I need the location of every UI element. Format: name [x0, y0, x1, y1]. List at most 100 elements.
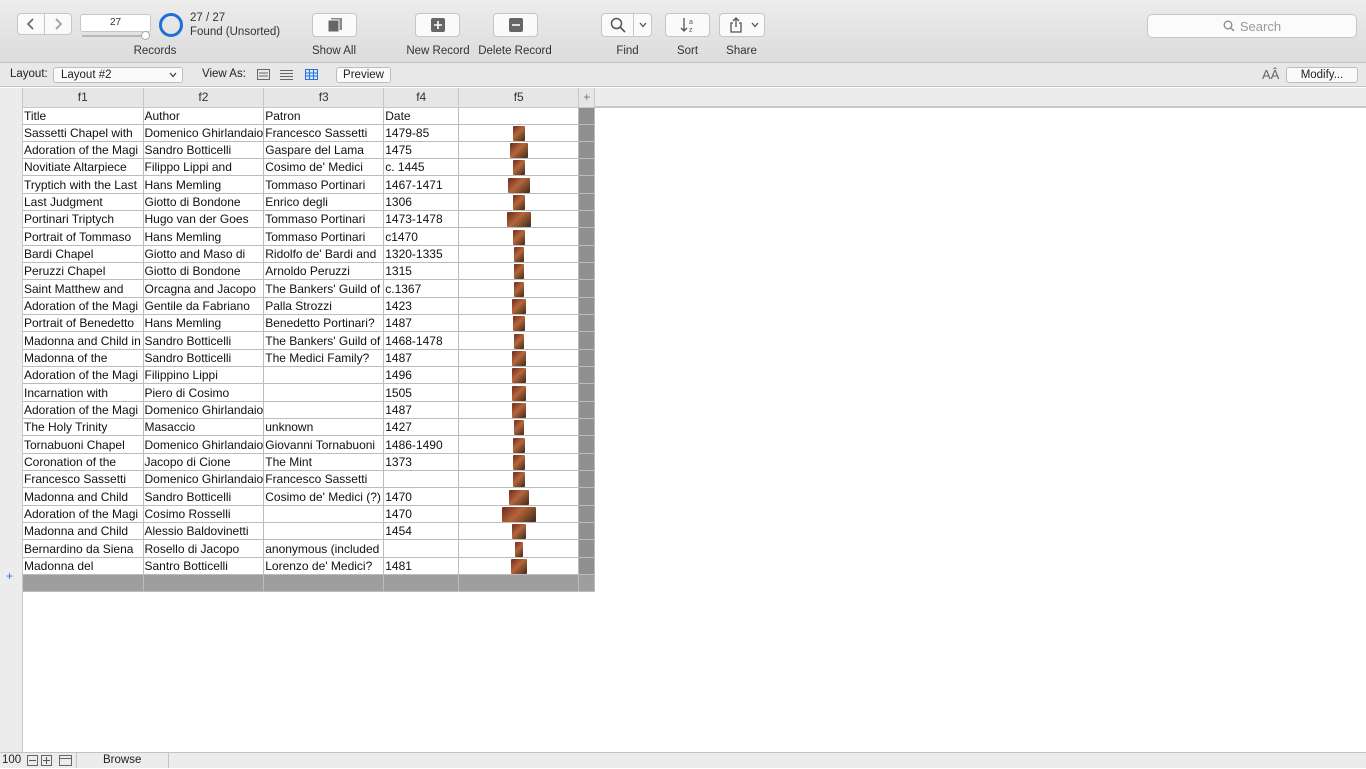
table-cell[interactable]: Sandro Botticelli	[143, 349, 265, 368]
table-cell[interactable]: Sandro Botticelli	[143, 331, 265, 350]
image-cell[interactable]	[458, 245, 580, 264]
table-cell[interactable]	[263, 505, 385, 524]
table-row[interactable]: Adoration of the Magi Gentile da Fabriano…	[23, 297, 596, 316]
table-cell[interactable]: Portrait of Benedetto	[23, 314, 144, 333]
image-cell[interactable]	[458, 279, 580, 298]
image-cell[interactable]	[458, 470, 580, 489]
table-row[interactable]: Adoration of the Magi Filippino Lippi 1496	[23, 366, 596, 385]
table-row[interactable]: Madonna and Child in Sandro Botticelli The…	[23, 331, 596, 350]
table-cell[interactable]: c.1367	[383, 279, 460, 298]
image-cell[interactable]	[458, 366, 580, 385]
table-cell[interactable]: 1487	[383, 314, 460, 333]
table-row[interactable]: Saint Matthew and Orcagna and Jacopo The B…	[23, 279, 596, 298]
add-column-button[interactable]: +	[578, 88, 596, 108]
table-cell[interactable]: Gaspare del Lama	[263, 141, 385, 160]
table-row[interactable]: Sassetti Chapel with Domenico Ghirlandaio…	[23, 124, 596, 142]
column-header-f3[interactable]: f3	[263, 88, 385, 108]
new-record-button[interactable]	[415, 13, 460, 37]
table-row[interactable]: Portinari Triptych Hugo van der Goes Tomma…	[23, 210, 596, 229]
table-cell[interactable]: 1306	[383, 193, 460, 212]
new-record-plus-icon[interactable]: +	[6, 569, 13, 583]
image-cell[interactable]	[458, 349, 580, 368]
new-row-cell[interactable]	[143, 574, 265, 593]
table-cell[interactable]: Last Judgment	[23, 193, 144, 212]
table-cell[interactable]: Adoration of the Magi	[23, 401, 144, 420]
table-cell[interactable]: Francesco Sassetti	[263, 124, 385, 142]
table-cell[interactable]: 1496	[383, 366, 460, 385]
table-cell[interactable]: Sandro Botticelli	[143, 487, 265, 506]
table-cell[interactable]: Patron	[263, 107, 385, 125]
table-cell[interactable]: Giotto and Maso di	[143, 245, 265, 264]
column-header-f1[interactable]: f1	[23, 88, 144, 108]
table-cell[interactable]: Cosimo de' Medici	[263, 158, 385, 177]
table-cell[interactable]: Madonna del	[23, 557, 144, 576]
table-cell[interactable]: Rosello di Jacopo	[143, 539, 265, 558]
table-row[interactable]: Bardi Chapel Giotto and Maso di Ridolfo d…	[23, 245, 596, 264]
image-cell[interactable]	[458, 262, 580, 281]
table-cell[interactable]: Saint Matthew and	[23, 279, 144, 298]
table-cell[interactable]: Title	[23, 107, 144, 125]
table-cell[interactable]: Domenico Ghirlandaio	[143, 470, 265, 489]
table-cell[interactable]	[263, 401, 385, 420]
image-cell[interactable]	[458, 383, 580, 402]
table-cell[interactable]: Bernardino da Siena	[23, 539, 144, 558]
table-cell[interactable]: c1470	[383, 227, 460, 246]
image-cell[interactable]	[458, 453, 580, 472]
record-number-field[interactable]: 27	[80, 14, 151, 32]
previous-record-button[interactable]	[17, 13, 45, 35]
table-cell[interactable]: Tommaso Portinari	[263, 227, 385, 246]
new-row-cell[interactable]	[383, 574, 460, 593]
table-cell[interactable]	[263, 366, 385, 385]
new-row-cell[interactable]	[458, 574, 580, 593]
table-cell[interactable]: Adoration of the Magi	[23, 141, 144, 160]
record-slider-track[interactable]	[82, 35, 148, 37]
table-cell[interactable]: 1470	[383, 487, 460, 506]
share-button[interactable]	[719, 13, 765, 37]
table-row[interactable]: Tornabuoni Chapel Domenico Ghirlandaio Gio…	[23, 435, 596, 454]
table-cell[interactable]: Peruzzi Chapel	[23, 262, 144, 281]
image-cell[interactable]	[458, 297, 580, 316]
table-cell[interactable]: Benedetto Portinari?	[263, 314, 385, 333]
image-cell[interactable]	[458, 435, 580, 454]
table-row[interactable]: Novitiate Altarpiece Filippo Lippi and Cos…	[23, 158, 596, 177]
table-row[interactable]: Francesco Sassetti Domenico Ghirlandaio Fr…	[23, 470, 596, 489]
table-cell[interactable]: The Mint	[263, 453, 385, 472]
zoom-level[interactable]: 100	[2, 754, 21, 766]
table-row[interactable]: Madonna del Santro Botticelli Lorenzo de' …	[23, 557, 596, 576]
modify-button[interactable]: Modify...	[1286, 67, 1358, 83]
table-cell[interactable]: Lorenzo de' Medici?	[263, 557, 385, 576]
table-cell[interactable]: Hans Memling	[143, 227, 265, 246]
image-cell[interactable]	[458, 175, 580, 194]
toggle-status-toolbar-icon[interactable]	[59, 755, 72, 766]
table-cell[interactable]: Francesco Sassetti	[263, 470, 385, 489]
table-row[interactable]: Madonna and Child Alessio Baldovinetti 145…	[23, 522, 596, 541]
table-cell[interactable]: Madonna and Child	[23, 522, 144, 541]
font-size-icon[interactable]: AÂ	[1262, 67, 1279, 82]
image-cell[interactable]	[458, 418, 580, 437]
table-cell[interactable]	[383, 539, 460, 558]
new-row-cell[interactable]	[578, 574, 596, 593]
table-cell[interactable]: Filippino Lippi	[143, 366, 265, 385]
table-cell[interactable]: Tommaso Portinari	[263, 175, 385, 194]
table-cell[interactable]: Sandro Botticelli	[143, 141, 265, 160]
table-cell[interactable]: Cosimo Rosselli	[143, 505, 265, 524]
find-dropdown[interactable]	[633, 14, 651, 36]
table-cell[interactable]: The Holy Trinity	[23, 418, 144, 437]
column-header-f2[interactable]: f2	[143, 88, 265, 108]
table-cell[interactable]: Orcagna and Jacopo	[143, 279, 265, 298]
table-cell[interactable]: 1454	[383, 522, 460, 541]
search-input[interactable]: Search	[1147, 14, 1357, 38]
table-cell[interactable]: Sassetti Chapel with	[23, 124, 144, 142]
column-header-f4[interactable]: f4	[383, 88, 460, 108]
next-record-button[interactable]	[44, 13, 72, 35]
table-row[interactable]: Adoration of the Magi Sandro Botticelli Ga…	[23, 141, 596, 160]
table-row[interactable]: The Holy Trinity Masaccio unknown 1427	[23, 418, 596, 437]
table-row[interactable]: Bernardino da Siena Rosello di Jacopo anon…	[23, 539, 596, 558]
new-row-cell[interactable]	[263, 574, 385, 593]
table-cell[interactable]: Santro Botticelli	[143, 557, 265, 576]
zoom-out-icon[interactable]	[27, 755, 38, 766]
table-cell[interactable]: 1481	[383, 557, 460, 576]
table-cell[interactable]: 1320-1335	[383, 245, 460, 264]
image-cell[interactable]	[458, 193, 580, 212]
table-cell[interactable]: 1487	[383, 349, 460, 368]
